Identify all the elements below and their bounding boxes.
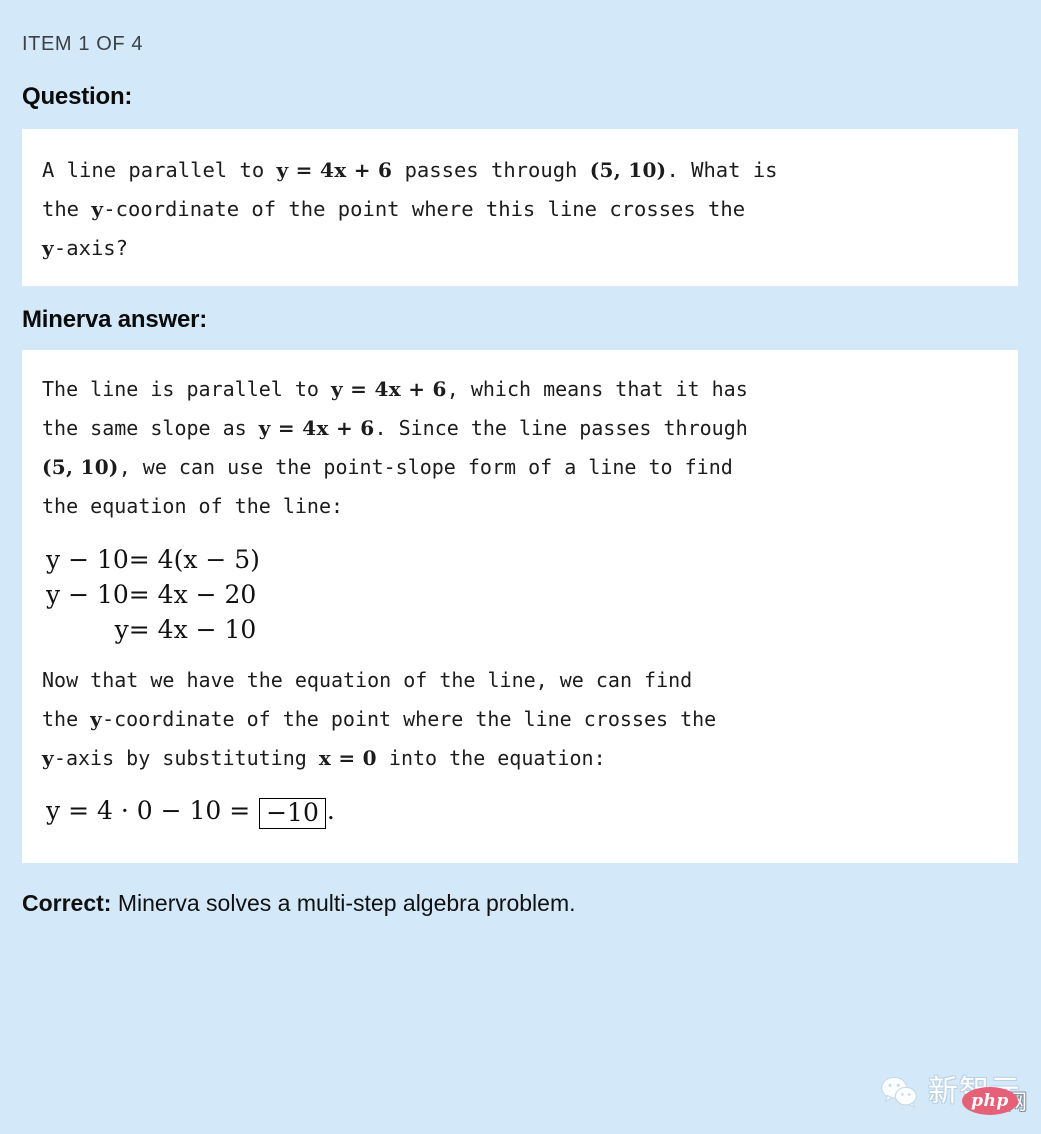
equation-3-lhs: y (114, 615, 129, 644)
answer-paragraph-1: The line is parallel to y = 4x + 6, whic… (42, 370, 998, 526)
answer-math-x-zero: x = 0 (318, 746, 377, 770)
php-badge-label: php (971, 1091, 1009, 1111)
final-equation-lead: y = 4 · 0 − 10 = (46, 796, 259, 825)
final-equation: y = 4 · 0 − 10 = −10. (46, 792, 998, 830)
question-math-equation-1: y = 4x + 6 (276, 158, 393, 182)
question-math-y-2: y (42, 236, 54, 260)
answer-p1-f: the equation of the line: (42, 494, 344, 518)
answer-heading: Minerva answer: (22, 306, 208, 333)
final-equation-tail: . (326, 796, 335, 825)
answer-p2-c: -coordinate of the point where the line … (102, 707, 717, 731)
watermark: 新智元 中文网 php (880, 1064, 1027, 1120)
answer-p1-c: the same slope as (42, 416, 259, 440)
question-line1-c: . What is (666, 158, 778, 182)
equation-row-3: y = 4x − 10 (46, 612, 260, 647)
question-line1-b: passes through (392, 158, 590, 182)
answer-math-equation-2: y = 4x + 6 (258, 416, 375, 440)
question-line3-a: -axis? (53, 236, 128, 260)
question-line2-b: -coordinate of the point where this line… (103, 197, 746, 221)
answer-p1-e: , we can use the point-slope form of a l… (118, 455, 733, 479)
answer-math-y-1: y (90, 707, 103, 731)
question-box: A line parallel to y = 4x + 6 passes thr… (22, 129, 1018, 286)
item-counter: ITEM 1 OF 4 (22, 33, 144, 55)
answer-p2-b: the (42, 707, 91, 731)
equation-3-rhs: = 4x − 10 (128, 615, 257, 644)
page-root: ITEM 1 OF 4 Question: A line parallel to… (0, 0, 1041, 1134)
answer-p2-e: into the equation: (376, 746, 606, 770)
question-line1-a: A line parallel to (42, 158, 277, 182)
verdict-line: Correct: Minerva solves a multi-step alg… (22, 888, 576, 918)
answer-p2-d: -axis by substituting (53, 746, 319, 770)
question-math-point: (5, 10) (589, 158, 667, 182)
equation-2-rhs: = 4x − 20 (128, 580, 257, 609)
question-heading: Question: (22, 83, 133, 110)
equation-row-1: y − 10 = 4(x − 5) (46, 542, 260, 577)
question-text: A line parallel to y = 4x + 6 passes thr… (42, 151, 998, 268)
wechat-icon (881, 1076, 917, 1109)
answer-p1-a: The line is parallel to (42, 377, 331, 401)
answer-box: The line is parallel to y = 4x + 6, whic… (22, 350, 1018, 863)
answer-p1-d: . Since the line passes through (374, 416, 748, 440)
question-math-y-1: y (91, 197, 104, 221)
boxed-final-answer: −10 (259, 798, 326, 829)
answer-p1-b: , which means that it has (446, 377, 748, 401)
verdict-text: Minerva solves a multi-step algebra prob… (111, 890, 576, 916)
watermark-text: 新智元 中文网 php (928, 1075, 1027, 1115)
answer-math-y-2: y (42, 746, 54, 770)
answer-p2-a: Now that we have the equation of the lin… (42, 668, 693, 692)
equation-2-lhs: y − 10 (46, 580, 129, 609)
equation-1-rhs: = 4(x − 5) (128, 545, 260, 574)
answer-math-point: (5, 10) (42, 455, 119, 479)
question-line2-a: the (42, 197, 92, 221)
equation-row-2: y − 10 = 4x − 20 (46, 577, 260, 612)
answer-math-equation-1: y = 4x + 6 (330, 377, 447, 401)
php-badge: php (962, 1087, 1018, 1115)
verdict-label: Correct: (22, 890, 112, 916)
answer-paragraph-2: Now that we have the equation of the lin… (42, 661, 998, 778)
equation-1-lhs: y − 10 (46, 545, 129, 574)
derivation-equations: y − 10 = 4(x − 5) y − 10 = 4x − 20 y = 4… (46, 542, 260, 647)
